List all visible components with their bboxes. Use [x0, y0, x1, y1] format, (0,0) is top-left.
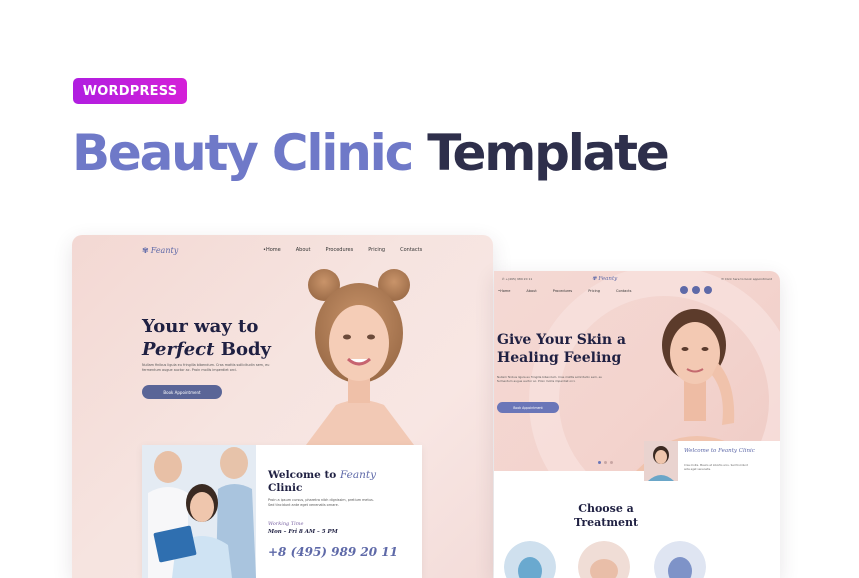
welcome-title: Welcome to Feanty Clinic — [268, 469, 377, 494]
headline-rest: Template — [427, 124, 670, 182]
nav-contacts[interactable]: Contacts — [400, 247, 422, 253]
working-hours: Mon – Fri 8 AM – 5 PM — [268, 529, 338, 535]
welcome-title: Welcome to Feanty Clinic — [684, 448, 755, 454]
slider-dot-3[interactable] — [610, 461, 613, 464]
hero-title: Give Your Skin a Healing Feeling — [497, 332, 626, 366]
slider-dot-1[interactable] — [598, 461, 601, 464]
site-logo[interactable]: ✾ Feanty — [142, 246, 178, 255]
wordpress-badge: WORDPRESS — [73, 78, 187, 104]
hero-text: Nullam finibus ligula eu fringilla biben… — [497, 375, 603, 383]
page-headline: Beauty Clinic Template — [72, 120, 670, 186]
site-nav: •Home About Procedures Pricing Contacts — [498, 289, 631, 293]
treatment-thumb[interactable] — [578, 541, 630, 578]
book-appointment-button[interactable]: Book Appointment — [497, 402, 559, 413]
nav-procedures[interactable]: Procedures — [553, 289, 572, 293]
welcome-text: Proin a ipsum cursus, pharetra nibh dign… — [268, 498, 374, 507]
topbar-phone[interactable]: ✆ +(495) 989 20 11 — [502, 277, 532, 281]
slider-dot-2[interactable] — [604, 461, 607, 464]
treatment-thumb[interactable] — [654, 541, 706, 578]
nav-about[interactable]: About — [296, 247, 311, 253]
desktop-preview: ✾ Feanty •Home About Procedures Pricing C… — [72, 235, 493, 578]
patient-photo — [644, 441, 678, 481]
site-nav: •Home About Procedures Pricing Contacts — [263, 247, 422, 253]
secondary-preview: ✆ +(495) 989 20 11 ✉ Click here to book … — [494, 271, 780, 578]
welcome-card: Welcome to Feanty Clinic Cras mollis. Ma… — [644, 441, 780, 487]
nav-procedures[interactable]: Procedures — [326, 247, 354, 253]
doctor-patient-photo — [142, 445, 256, 578]
section-title: Choose a Treatment — [573, 502, 639, 529]
working-time-label: Working Time — [268, 521, 304, 527]
flower-icon: ✾ — [142, 246, 149, 255]
hero-title: Your way to Perfect Body — [142, 316, 271, 360]
nav-home[interactable]: •Home — [498, 289, 510, 293]
nav-pricing[interactable]: Pricing — [588, 289, 600, 293]
book-appointment-button[interactable]: Book Appointment — [142, 385, 222, 399]
topbar-booking[interactable]: ✉ Click here to book appointment — [721, 277, 772, 281]
hero-model-photo — [306, 269, 414, 445]
nav-pricing[interactable]: Pricing — [368, 247, 385, 253]
welcome-text: Cras mollis. Mauris et lobortis arcu. Se… — [684, 464, 748, 471]
site-logo[interactable]: ✾ Feanty — [592, 276, 617, 282]
top-bar: ✆ +(495) 989 20 11 ✉ Click here to book … — [502, 277, 772, 281]
nav-home[interactable]: •Home — [263, 247, 281, 253]
headline-accent: Beauty Clinic — [72, 124, 414, 182]
welcome-card: Welcome to Feanty Clinic Proin a ipsum c… — [142, 445, 422, 578]
slider-dots — [598, 461, 613, 464]
phone-number[interactable]: +8 (495) 989 20 11 — [268, 545, 398, 559]
hero-text: Nullam finibus ligula eu fringilla biben… — [142, 363, 270, 372]
nav-about[interactable]: About — [526, 289, 536, 293]
treatment-thumb[interactable] — [504, 541, 556, 578]
